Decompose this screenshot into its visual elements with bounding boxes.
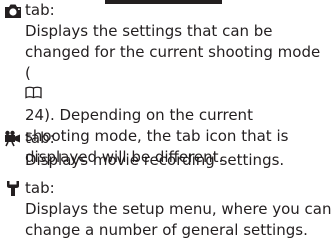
setup-tab-label: tab: (25, 179, 55, 197)
description-line: shooting mode, the tab icon that is (25, 127, 289, 145)
description-line: Displays movie recording settings. (25, 151, 285, 169)
camera-icon (4, 2, 22, 19)
description-line: change a number of general settings. (25, 221, 308, 239)
book-reference-icon (25, 84, 316, 105)
description-line: changed for the current shooting mode (25, 43, 321, 61)
camera-tab-label: tab: (25, 1, 55, 19)
reference-open-paren: ( (25, 64, 31, 82)
wrench-icon (4, 180, 22, 197)
setup-tab-description: Displays the setup menu, where you can c… (25, 199, 331, 241)
description-line: Displays the settings that can be (25, 22, 273, 40)
movie-tab-label: tab: (25, 129, 55, 147)
camera-tab-description: Displays the settings that can be change… (25, 21, 320, 168)
movie-tab-description: Displays movie recording settings. (25, 150, 284, 171)
top-divider-bar (105, 0, 222, 4)
description-line: 24). Depending on the current (25, 106, 253, 124)
description-line: Displays the setup menu, where you can (25, 200, 331, 218)
movie-camera-icon (4, 130, 22, 147)
description-line-with-reference: ( 24). Depending on the current (25, 63, 320, 126)
